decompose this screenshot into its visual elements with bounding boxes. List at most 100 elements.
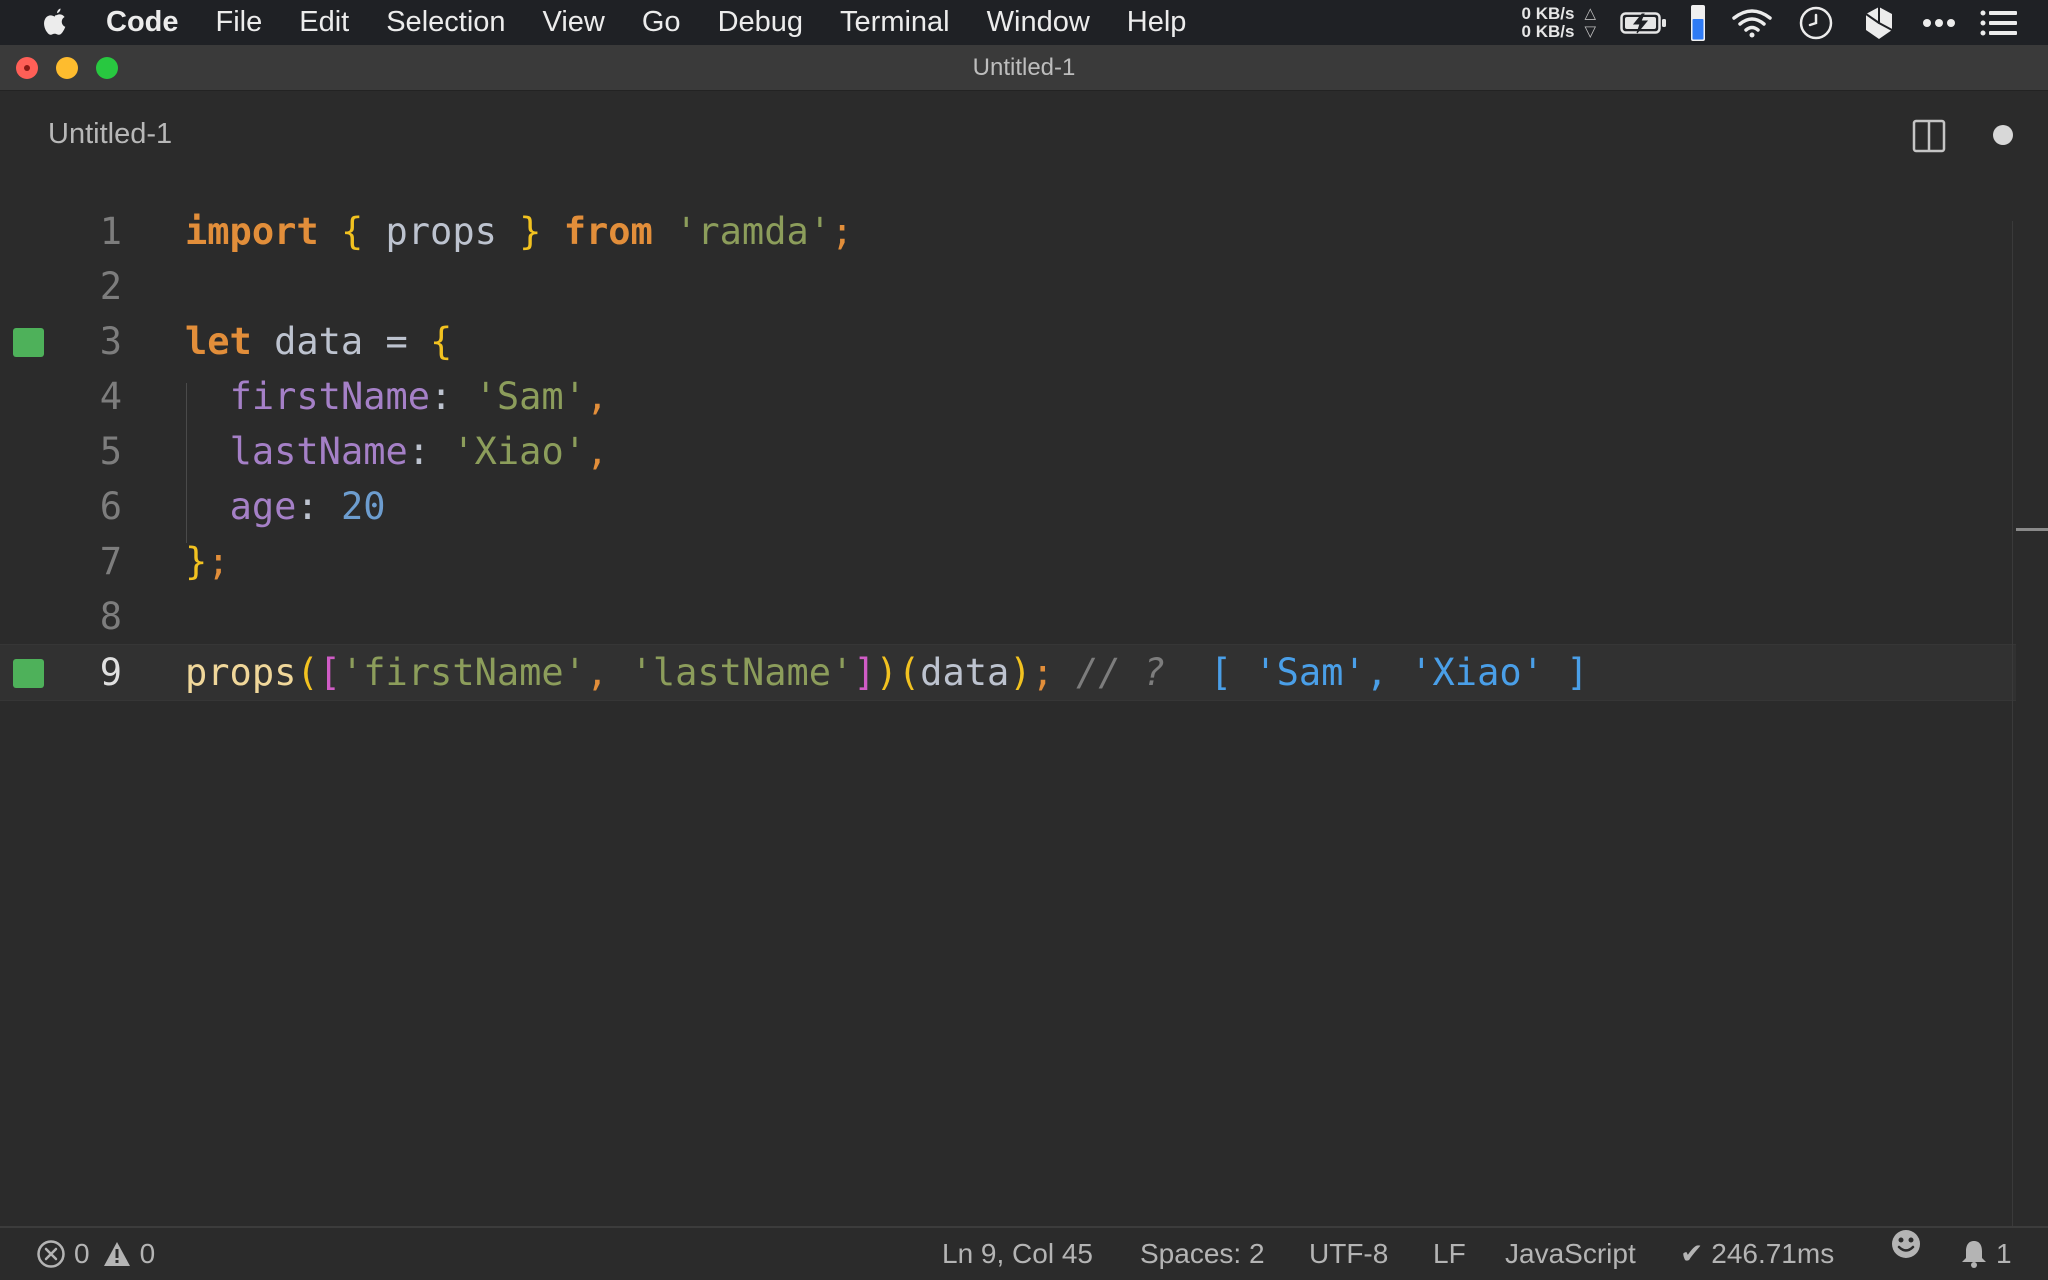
code-token: [ xyxy=(318,651,341,694)
code-line-6[interactable]: 6 age: 20 xyxy=(0,479,2016,534)
code-token: } xyxy=(519,210,542,253)
notification-count: 1 xyxy=(1996,1238,2012,1269)
code-token: let xyxy=(185,320,252,363)
code-line-4[interactable]: 4 firstName: 'Sam', xyxy=(0,369,2016,424)
more-icon[interactable] xyxy=(1922,0,1956,45)
unsaved-changes-dot-icon[interactable] xyxy=(1993,125,2013,145)
upload-arrow-icon: △ xyxy=(1584,4,1596,22)
error-icon xyxy=(36,1239,66,1269)
code-token: from xyxy=(563,210,653,253)
code-text: firstName: 'Sam', xyxy=(185,369,609,424)
line-number: 4 xyxy=(99,375,122,418)
line-number: 7 xyxy=(99,540,122,583)
menu-view[interactable]: View xyxy=(543,0,605,45)
menu-edit[interactable]: Edit xyxy=(299,0,349,45)
code-text: age: 20 xyxy=(185,479,386,534)
line-number: 9 xyxy=(99,651,122,694)
code-line-5[interactable]: 5 lastName: 'Xiao', xyxy=(0,424,2016,479)
tab-bar: Untitled-1 xyxy=(0,91,2048,177)
code-token: 20 xyxy=(340,485,386,528)
menu-terminal[interactable]: Terminal xyxy=(840,0,950,45)
code-token: : xyxy=(407,430,453,473)
code-token: // ? xyxy=(1053,651,1188,694)
apple-icon[interactable] xyxy=(40,6,70,40)
code-line-9[interactable]: 9 props(['firstName', 'lastName'])(data);… xyxy=(0,644,2016,701)
code-text: lastName: 'Xiao', xyxy=(185,424,609,479)
code-line-1[interactable]: 1 import { props } from 'ramda'; xyxy=(0,204,2016,259)
menu-bar-extras: 0 KB/s 0 KB/s △ ▽ xyxy=(1522,0,2048,45)
code-token: : xyxy=(430,375,475,418)
list-icon[interactable] xyxy=(1980,0,2018,45)
code-token: ; xyxy=(1031,651,1054,694)
dropbox-icon[interactable] xyxy=(1864,0,1894,45)
code-token: [ 'Sam', 'Xiao' ] xyxy=(1187,651,1589,694)
menu-file[interactable]: File xyxy=(216,0,263,45)
time-machine-icon[interactable] xyxy=(1798,0,1834,45)
code-line-7[interactable]: 7}; xyxy=(0,534,2016,589)
feedback-smiley-icon[interactable] xyxy=(1890,1228,1922,1260)
menu-help[interactable]: Help xyxy=(1127,0,1187,45)
net-download-speed: 0 KB/s xyxy=(1521,21,1575,41)
indentation-setting[interactable]: Spaces: 2 xyxy=(1140,1228,1265,1280)
cursor-position[interactable]: Ln 9, Col 45 xyxy=(942,1228,1093,1280)
menu-bar: Code File Edit Selection View Go Debug T… xyxy=(0,0,2048,45)
screen: Code File Edit Selection View Go Debug T… xyxy=(0,0,2048,1280)
warning-count: 0 xyxy=(139,1238,156,1269)
network-speed[interactable]: 0 KB/s 0 KB/s xyxy=(1521,4,1575,41)
code-text: let data = { xyxy=(185,314,452,369)
menu-selection[interactable]: Selection xyxy=(386,0,505,45)
encoding-setting[interactable]: UTF-8 xyxy=(1309,1228,1388,1280)
code-token: : xyxy=(296,485,341,528)
menu-go[interactable]: Go xyxy=(642,0,681,45)
window-title: Untitled-1 xyxy=(972,54,1076,81)
quokka-timing[interactable]: ✔ 246.71ms xyxy=(1680,1228,1834,1280)
code-text: }; xyxy=(185,534,230,589)
language-mode[interactable]: JavaScript xyxy=(1505,1228,1636,1280)
line-number: 2 xyxy=(99,265,122,308)
code-token: , xyxy=(586,651,631,694)
split-editor-icon[interactable] xyxy=(1912,119,1946,158)
scrollbar-slider[interactable] xyxy=(2016,528,2048,531)
code-token: import xyxy=(185,210,319,253)
wifi-icon[interactable] xyxy=(1732,0,1772,45)
battery-charging-icon[interactable] xyxy=(1620,0,1668,45)
code-token: 'ramda' xyxy=(675,210,832,253)
code-token: , xyxy=(586,375,609,418)
title-bar: Untitled-1 xyxy=(0,45,2048,91)
menu-window[interactable]: Window xyxy=(987,0,1090,45)
warning-icon xyxy=(102,1240,132,1268)
code-token: ( xyxy=(897,651,921,694)
code-token: 'lastName' xyxy=(630,651,854,694)
notifications-indicator[interactable]: 1 xyxy=(1960,1228,2012,1280)
code-token: 'firstName' xyxy=(340,651,586,694)
eol-setting[interactable]: LF xyxy=(1433,1228,1466,1280)
tab-untitled-1[interactable]: Untitled-1 xyxy=(48,91,172,177)
battery-level-icon[interactable] xyxy=(1690,0,1706,45)
line-number: 5 xyxy=(99,430,122,473)
code-token: data = xyxy=(251,320,431,363)
code-line-2[interactable]: 2 xyxy=(0,259,2016,314)
network-arrows: △ ▽ xyxy=(1584,5,1596,41)
line-number: 3 xyxy=(99,320,122,363)
error-count: 0 xyxy=(74,1238,90,1269)
code-token: ) xyxy=(875,651,898,694)
status-bar: 0 0 Ln 9, Col 45 Spaces: 2 UTF-8 LF Java… xyxy=(0,1226,2048,1280)
line-number: 1 xyxy=(99,210,122,253)
code-token: 'Sam' xyxy=(474,375,586,418)
problems-indicator[interactable]: 0 0 xyxy=(36,1228,155,1280)
code-editor[interactable]: 1 import { props } from 'ramda'; 2 3 let dat… xyxy=(0,177,2048,1235)
code-token: ; xyxy=(831,210,854,253)
menu-debug[interactable]: Debug xyxy=(718,0,803,45)
code-line-3[interactable]: 3 let data = { xyxy=(0,314,2016,369)
code-token: , xyxy=(586,430,609,473)
code-token: ( xyxy=(296,651,319,694)
code-token: ; xyxy=(207,540,230,583)
menu-app-code[interactable]: Code xyxy=(106,0,179,45)
vscode-window: Untitled-1 Untitled-1 1 import { props } … xyxy=(0,45,2048,1280)
code-line-8[interactable]: 8 xyxy=(0,589,2016,644)
